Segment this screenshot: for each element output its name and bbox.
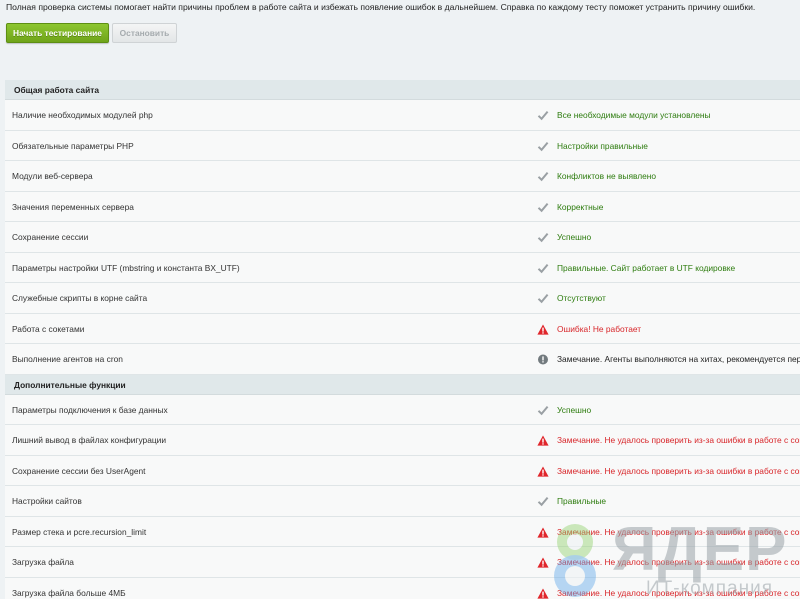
- check-result: Отсутствуют: [557, 293, 606, 303]
- check-name: Выполнение агентов на cron: [12, 354, 123, 364]
- warning-icon: [537, 527, 549, 538]
- check-row[interactable]: Служебные скрипты в корне сайта Отсутству…: [5, 283, 800, 314]
- check-icon: [537, 232, 549, 243]
- check-icon: [537, 405, 549, 416]
- check-row[interactable]: Сохранение сессии без UserAgent Замечание…: [5, 455, 800, 486]
- check-result: Замечание. Агенты выполняются на хитах, …: [557, 354, 800, 364]
- check-result: Замечание. Не удалось проверить из-за ош…: [557, 557, 800, 567]
- check-name: Работа с сокетами: [12, 323, 85, 334]
- check-row[interactable]: Модули веб-сервера Конфликтов не выявлено: [5, 161, 800, 192]
- check-name: Наличие необходимых модулей php: [12, 110, 153, 120]
- check-result: Успешно: [557, 232, 592, 242]
- check-name: Сохранение сессии без UserAgent: [12, 465, 146, 476]
- check-icon: [537, 293, 549, 304]
- check-icon: [537, 496, 549, 507]
- check-result: Успешно: [557, 404, 592, 415]
- check-results-table: Общая работа сайта Наличие необходимых мо…: [5, 80, 800, 599]
- check-name: Лишний вывод в файлах конфигурации: [12, 435, 167, 445]
- check-row[interactable]: Значения переменных сервера Корректные: [5, 191, 800, 222]
- info-icon: [537, 354, 549, 365]
- check-name: Параметры подключения к базе данных: [12, 404, 168, 415]
- start-testing-button[interactable]: Начать тестирование: [6, 23, 109, 43]
- check-name: Служебные скрипты в корне сайта: [12, 293, 148, 303]
- check-result: Замечание. Не удалось проверить из-за ош…: [557, 435, 800, 445]
- check-icon: [537, 141, 549, 152]
- check-name: Модули веб-сервера: [12, 171, 93, 181]
- check-row[interactable]: Обязательные параметры PHP Настройки прав…: [5, 130, 800, 161]
- check-row[interactable]: Настройки сайтов Правильные: [5, 486, 800, 517]
- check-row[interactable]: Загрузка файла больше 4МБ Замечание. Не у…: [5, 577, 800, 599]
- check-icon: [537, 263, 549, 274]
- check-icon: [537, 171, 549, 182]
- warning-icon: [537, 324, 549, 335]
- check-name: Размер стека и pcre.recursion_limit: [12, 526, 147, 537]
- check-row[interactable]: Параметры подключения к базе данных Успеш…: [5, 394, 800, 425]
- check-row[interactable]: Загрузка файла Замечание. Не удалось пров…: [5, 547, 800, 578]
- check-row[interactable]: Выполнение агентов на cron Замечание. Аге…: [5, 344, 800, 375]
- check-icon: [537, 110, 549, 121]
- check-name: Загрузка файла: [12, 557, 74, 567]
- check-result: Правильные. Сайт работает в UTF кодировк…: [557, 262, 736, 273]
- check-row[interactable]: Сохранение сессии Успешно: [5, 222, 800, 253]
- warning-icon: [537, 466, 549, 477]
- check-result: Замечание. Не удалось проверить из-за ош…: [557, 587, 800, 598]
- check-name: Обязательные параметры PHP: [12, 140, 134, 151]
- site-check-page: Полная проверка системы помогает найти п…: [0, 0, 800, 599]
- check-result: Замечание. Не удалось проверить из-за ош…: [557, 465, 800, 476]
- section-header: Дополнительные функции: [5, 374, 800, 395]
- warning-icon: [537, 588, 549, 599]
- check-result: Правильные: [557, 496, 607, 506]
- intro-text: Полная проверка системы помогает найти п…: [6, 2, 756, 12]
- check-name: Значения переменных сервера: [12, 201, 134, 212]
- check-row[interactable]: Работа с сокетами Ошибка! Не работает: [5, 313, 800, 344]
- warning-icon: [537, 435, 549, 446]
- check-name: Загрузка файла больше 4МБ: [12, 587, 126, 598]
- check-result: Ошибка! Не работает: [557, 323, 642, 334]
- check-name: Сохранение сессии: [12, 232, 89, 242]
- check-row[interactable]: Размер стека и pcre.recursion_limit Замеч…: [5, 516, 800, 547]
- check-result: Конфликтов не выявлено: [557, 171, 657, 181]
- check-row[interactable]: Наличие необходимых модулей php Все необх…: [5, 100, 800, 131]
- check-row[interactable]: Параметры настройки UTF (mbstring и конс…: [5, 252, 800, 283]
- check-name: Параметры настройки UTF (mbstring и конс…: [12, 262, 240, 273]
- check-result: Все необходимые модули установлены: [557, 110, 711, 120]
- check-row[interactable]: Лишний вывод в файлах конфигурации Замеча…: [5, 425, 800, 456]
- check-result: Замечание. Не удалось проверить из-за ош…: [557, 526, 800, 537]
- stop-button[interactable]: Остановить: [112, 23, 177, 43]
- warning-icon: [537, 557, 549, 568]
- check-result: Настройки правильные: [557, 140, 648, 151]
- check-name: Настройки сайтов: [12, 496, 82, 506]
- check-icon: [537, 202, 549, 213]
- check-result: Корректные: [557, 201, 604, 212]
- section-header: Общая работа сайта: [5, 80, 800, 100]
